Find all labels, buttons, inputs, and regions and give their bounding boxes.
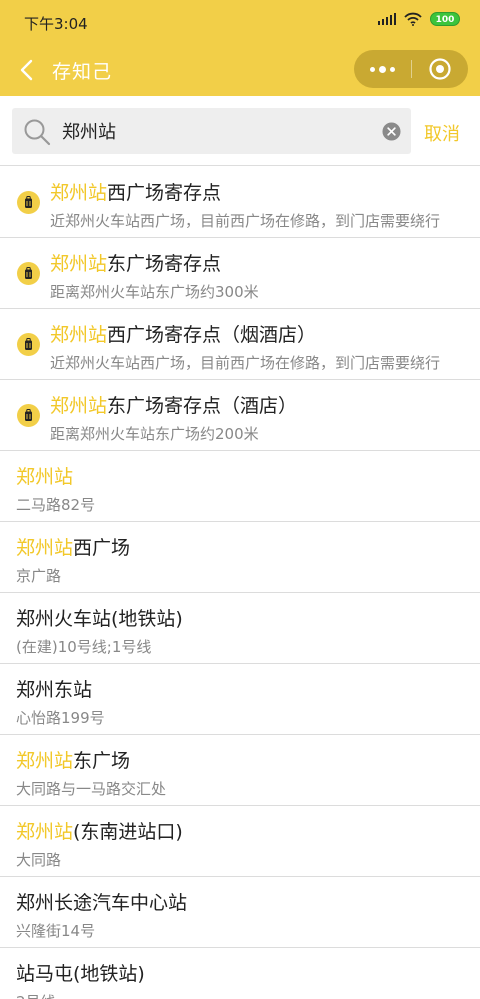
results-list: 郑州站西广场寄存点 近郑州火车站西广场，目前西广场在修路，到门店需要绕行 郑州站… <box>0 167 480 999</box>
result-item[interactable]: 郑州站东广场 大同路与一马路交汇处 <box>0 735 480 806</box>
result-title-highlight: 郑州站 <box>50 324 108 346</box>
nav-bar: 存知己 <box>0 44 480 96</box>
chevron-left-icon <box>20 59 33 81</box>
result-subtitle: 兴隆街14号 <box>16 922 96 940</box>
luggage-icon <box>17 404 40 427</box>
result-title-rest: 东广场寄存点（酒店） <box>107 395 298 417</box>
result-title-rest: 东广场 <box>73 750 131 772</box>
close-miniprogram-button[interactable] <box>412 50 468 88</box>
result-title: 郑州长途汽车中心站 <box>16 888 187 915</box>
status-icons: 100 <box>377 12 460 26</box>
result-title: 郑州站西广场寄存点 <box>50 178 221 205</box>
result-title: 郑州站(东南进站口) <box>16 817 183 844</box>
result-subtitle: 心怡路199号 <box>16 709 105 727</box>
result-title-highlight: 郑州站 <box>50 253 108 275</box>
result-title-rest: (东南进站口) <box>73 821 183 843</box>
more-menu-button[interactable] <box>354 50 411 88</box>
result-title: 郑州站西广场 <box>16 533 130 560</box>
result-item[interactable]: 郑州站(东南进站口) 大同路 <box>0 806 480 877</box>
search-row: 取消 <box>0 96 480 166</box>
target-close-icon <box>429 58 451 80</box>
result-title-highlight: 郑州站 <box>50 182 108 204</box>
result-subtitle: 大同路与一马路交汇处 <box>16 780 167 798</box>
result-item[interactable]: 郑州站西广场寄存点（烟酒店） 近郑州火车站西广场，目前西广场在修路，到门店需要绕… <box>0 309 480 380</box>
result-subtitle: (在建)10号线;1号线 <box>16 638 152 656</box>
status-time: 下午3:04 <box>24 15 88 33</box>
status-bar: 下午3:04 100 <box>0 0 480 44</box>
battery-icon: 100 <box>430 12 460 26</box>
result-subtitle: 距离郑州火车站东广场约300米 <box>50 283 259 301</box>
result-title-rest: 西广场寄存点（烟酒店） <box>107 324 317 346</box>
result-title: 郑州站东广场 <box>16 746 130 773</box>
result-subtitle: 大同路 <box>16 851 62 869</box>
cancel-button[interactable]: 取消 <box>424 120 460 146</box>
search-box <box>12 108 411 154</box>
result-item[interactable]: 郑州站东广场寄存点（酒店） 距离郑州火车站东广场约200米 <box>0 380 480 451</box>
result-title: 郑州东站 <box>16 675 92 702</box>
page-title: 存知己 <box>52 61 113 83</box>
result-title: 郑州站 <box>16 462 73 489</box>
result-subtitle: 2号线 <box>16 991 56 999</box>
result-title-rest: 东广场寄存点 <box>107 253 222 275</box>
result-item[interactable]: 郑州站西广场寄存点 近郑州火车站西广场，目前西广场在修路，到门店需要绕行 <box>0 167 480 238</box>
result-subtitle: 京广路 <box>16 567 62 585</box>
result-item[interactable]: 郑州东站 心怡路199号 <box>0 664 480 735</box>
result-item[interactable]: 郑州站东广场寄存点 距离郑州火车站东广场约300米 <box>0 238 480 309</box>
result-title: 郑州火车站(地铁站) <box>16 604 183 631</box>
result-title: 站马屯(地铁站) <box>16 959 145 986</box>
result-item[interactable]: 郑州站 二马路82号 <box>0 451 480 522</box>
search-icon <box>24 119 51 146</box>
back-button[interactable] <box>12 54 42 86</box>
result-title-highlight: 郑州站 <box>16 537 74 559</box>
result-title-rest: 郑州东站 <box>16 679 93 701</box>
result-title-rest: 郑州长途汽车中心站 <box>16 892 188 914</box>
result-item[interactable]: 郑州长途汽车中心站 兴隆街14号 <box>0 877 480 948</box>
result-subtitle: 近郑州火车站西广场，目前西广场在修路，到门店需要绕行 <box>50 212 441 230</box>
result-item[interactable]: 站马屯(地铁站) 2号线 <box>0 948 480 999</box>
wifi-icon <box>404 12 422 26</box>
result-title-rest: 西广场寄存点 <box>107 182 222 204</box>
result-title-rest: 站马屯(地铁站) <box>16 963 145 985</box>
result-title-rest: 郑州火车站(地铁站) <box>16 608 183 630</box>
result-title-highlight: 郑州站 <box>50 395 108 417</box>
result-subtitle: 距离郑州火车站东广场约200米 <box>50 425 259 443</box>
result-item[interactable]: 郑州站西广场 京广路 <box>0 522 480 593</box>
result-title: 郑州站东广场寄存点（酒店） <box>50 391 297 418</box>
clear-icon[interactable] <box>382 122 401 141</box>
luggage-icon <box>17 262 40 285</box>
signal-icon <box>377 13 396 25</box>
miniprogram-capsule <box>354 50 468 88</box>
result-title-rest: 西广场 <box>73 537 131 559</box>
result-title: 郑州站西广场寄存点（烟酒店） <box>50 320 316 347</box>
result-title-highlight: 郑州站 <box>16 750 74 772</box>
luggage-icon <box>17 333 40 356</box>
result-title-highlight: 郑州站 <box>16 466 74 488</box>
luggage-icon <box>17 191 40 214</box>
result-title: 郑州站东广场寄存点 <box>50 249 221 276</box>
search-input[interactable] <box>62 115 382 147</box>
result-subtitle: 二马路82号 <box>16 496 96 514</box>
result-item[interactable]: 郑州火车站(地铁站) (在建)10号线;1号线 <box>0 593 480 664</box>
result-title-highlight: 郑州站 <box>16 821 74 843</box>
result-subtitle: 近郑州火车站西广场，目前西广场在修路，到门店需要绕行 <box>50 354 441 372</box>
